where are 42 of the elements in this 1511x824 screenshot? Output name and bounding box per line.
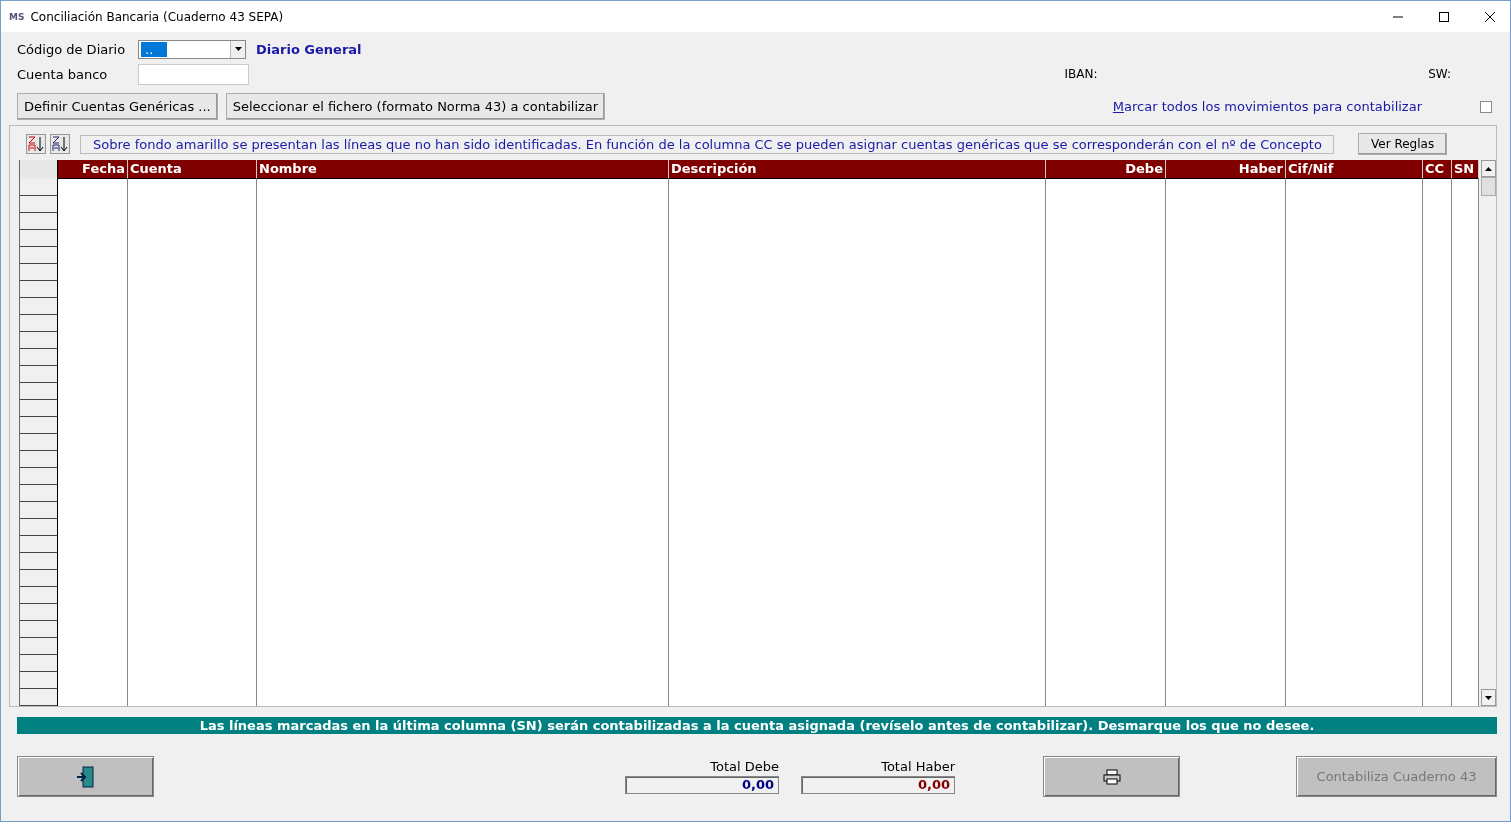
total-label: Total Haber (881, 759, 955, 774)
maximize-icon[interactable] (1438, 10, 1450, 23)
action-button[interactable]: Definir Cuentas Genéricas ... (17, 93, 218, 120)
sort-descending-icon[interactable] (50, 134, 70, 154)
iban-label: IBAN: (1064, 67, 1098, 81)
journal-dropdown[interactable]: .. (138, 39, 246, 59)
column-header[interactable]: Cif/Nif (1286, 160, 1423, 179)
scroll-down-icon[interactable] (1485, 695, 1492, 700)
field-label: Código de Diario (17, 41, 127, 57)
column-header[interactable]: Nombre (257, 160, 669, 179)
column-header[interactable]: Cuenta (128, 160, 257, 179)
printer-icon (1102, 768, 1121, 785)
exit-button[interactable] (17, 756, 154, 797)
notice-bar: Las líneas marcadas en la última columna (SN) serán contabilizadas a la cuenta asignada (revíselo antes de contabilizar). Desmarque los que no desee. (17, 717, 1497, 734)
vertical-scrollbar[interactable] (1481, 160, 1496, 706)
action-button[interactable]: Seleccionar el fichero (formato Norma 43) a contabilizar (225, 93, 606, 120)
rules-button[interactable]: Ver Reglas (1358, 133, 1448, 155)
journal-name: Diario General (256, 41, 362, 57)
total-label: Total Debe (710, 759, 779, 774)
mark-all-link[interactable]: Marcar todos los movimientos para contabilizar (1112, 99, 1422, 114)
column-header[interactable]: Fecha (58, 160, 128, 179)
column-header[interactable]: Haber (1166, 160, 1286, 179)
print-button[interactable] (1043, 756, 1180, 797)
info-message: Sobre fondo amarillo se presentan las líneas que no han sido identificadas. En función de la columna CC se pueden asignar cuentas genéricas que se corresponderán con el nº de Concepto (80, 134, 1334, 154)
total-value: 0,00 (801, 776, 955, 794)
mark-all-checkbox[interactable] (1480, 100, 1492, 113)
close-icon[interactable] (1484, 10, 1496, 23)
scroll-up-icon[interactable] (1485, 166, 1492, 171)
column-header[interactable]: Debe (1046, 160, 1166, 179)
exit-door-icon (75, 765, 96, 788)
sort-ascending-icon[interactable] (26, 134, 46, 154)
sw-label: SW: (1428, 67, 1451, 81)
column-header[interactable]: CC (1423, 160, 1452, 179)
total-value: 0,00 (625, 776, 779, 794)
bank-account-field[interactable] (138, 63, 249, 85)
column-header[interactable]: SN (1452, 160, 1479, 179)
field-label: Cuenta banco (17, 66, 109, 82)
scrollbar-thumb[interactable] (1481, 177, 1496, 196)
corner-cell[interactable] (20, 160, 58, 179)
window-title: Conciliación Bancaria (Cuaderno 43 SEPA) (30, 9, 284, 24)
column-header[interactable]: Descripción (669, 160, 1046, 179)
app-logo-icon: MS (9, 11, 25, 22)
